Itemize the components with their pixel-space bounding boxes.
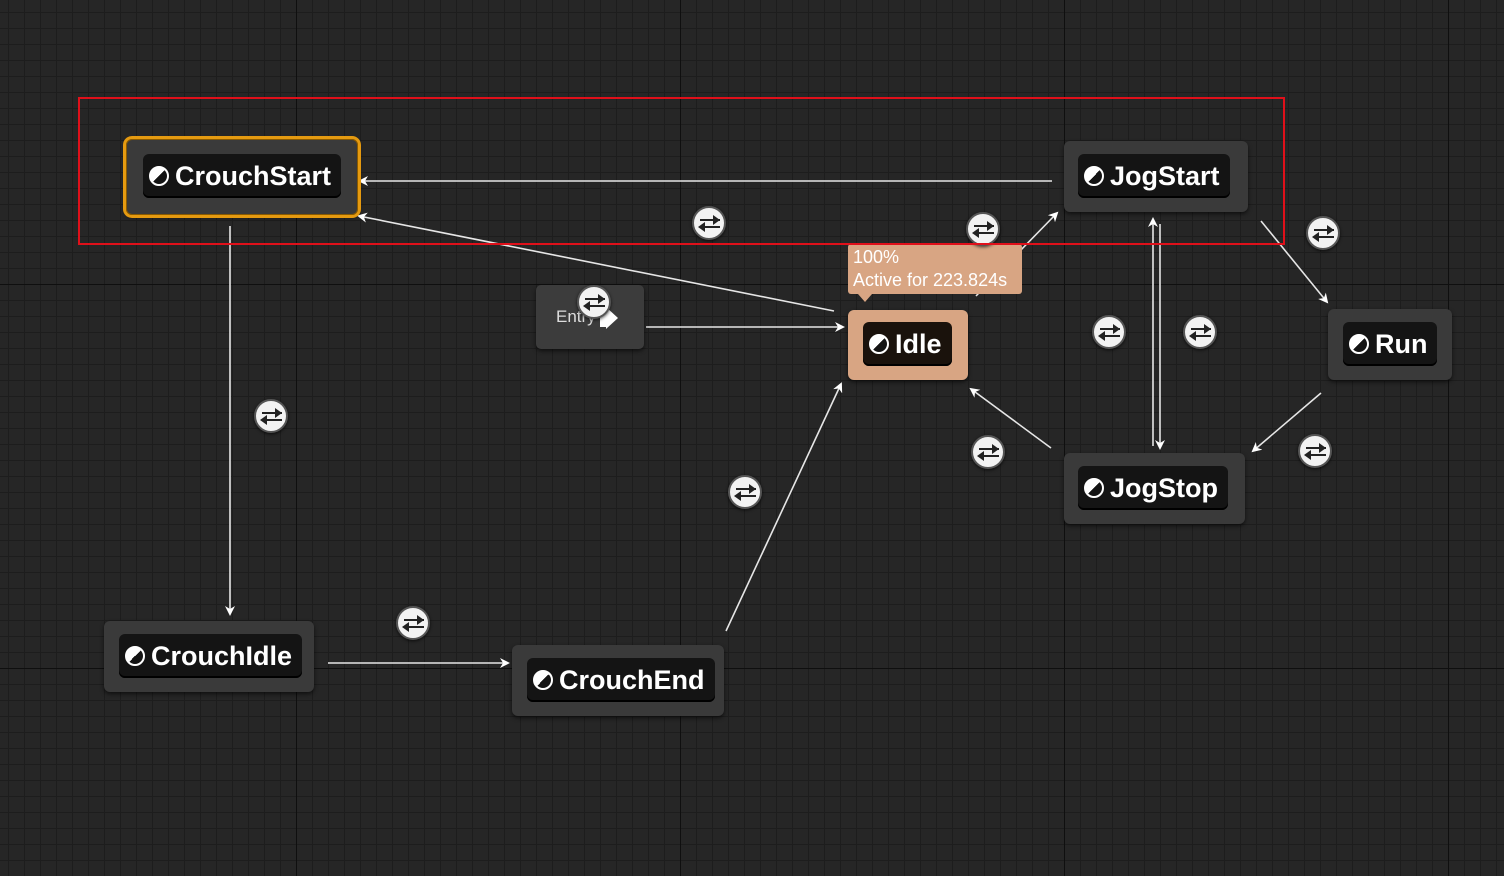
state-node-crouchend[interactable]: CrouchEnd	[512, 645, 724, 716]
state-title-run: Run	[1343, 322, 1438, 366]
transition-rule-icon[interactable]	[1306, 216, 1340, 250]
state-node-run[interactable]: Run	[1328, 309, 1452, 380]
state-title-crouchend: CrouchEnd	[527, 658, 715, 702]
active-state-tooltip: 100% Active for 223.824s	[848, 244, 1022, 302]
transition-rule-icon[interactable]	[1298, 434, 1332, 468]
state-machine-icon	[1084, 478, 1104, 498]
transition-rule-icon[interactable]	[971, 435, 1005, 469]
state-node-idle[interactable]: Idle	[848, 310, 968, 380]
state-machine-icon	[125, 646, 145, 666]
state-label-run: Run	[1375, 328, 1428, 359]
state-title-jogstop: JogStop	[1078, 466, 1228, 510]
tooltip-active-time: Active for 223.824s	[853, 270, 1008, 290]
state-machine-icon	[869, 334, 889, 354]
state-machine-icon	[533, 670, 553, 690]
transition-rule-icon[interactable]	[1092, 315, 1126, 349]
transition-rule-icon[interactable]	[1183, 315, 1217, 349]
tooltip-weight: 100%	[853, 247, 900, 267]
state-node-jogstop[interactable]: JogStop	[1064, 453, 1245, 524]
state-label-jogstop: JogStop	[1110, 472, 1218, 503]
state-title-idle: Idle	[863, 322, 952, 366]
transition-rule-icon[interactable]	[254, 399, 288, 433]
state-node-crouchidle[interactable]: CrouchIdle	[104, 621, 314, 692]
transition-rule-icon[interactable]	[728, 475, 762, 509]
state-machine-icon	[1349, 334, 1369, 354]
state-title-crouchidle: CrouchIdle	[119, 634, 303, 678]
transition-rule-icon[interactable]	[577, 285, 611, 319]
state-label-crouchend: CrouchEnd	[559, 664, 705, 695]
state-label-crouchidle: CrouchIdle	[151, 640, 293, 671]
highlight-annotation-box	[78, 97, 1285, 245]
state-label-idle: Idle	[895, 328, 942, 359]
transition-rule-icon[interactable]	[396, 606, 430, 640]
